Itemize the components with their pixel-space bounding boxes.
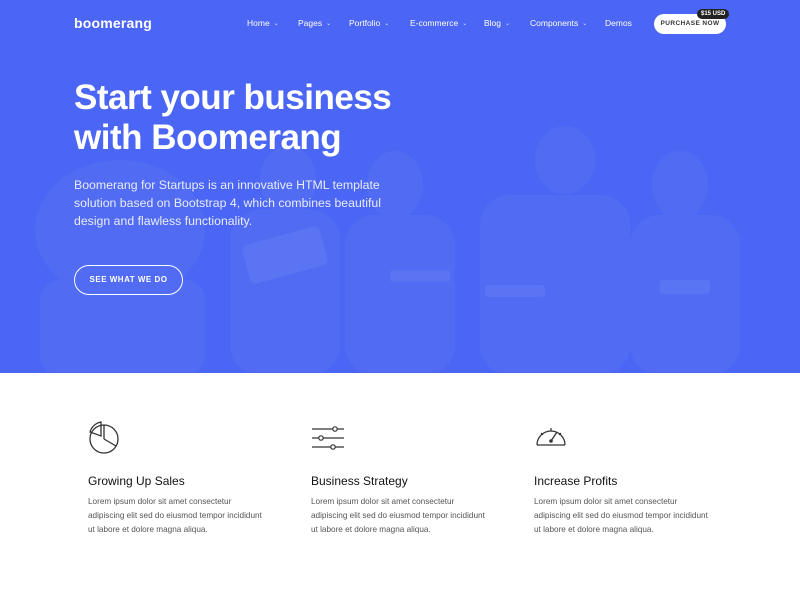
hero-title: Start your business with Boomerang bbox=[74, 78, 494, 158]
hero-description: Boomerang for Startups is an innovative … bbox=[74, 178, 381, 228]
brand-logo[interactable]: boomerang bbox=[74, 15, 152, 31]
speedometer-icon bbox=[536, 428, 566, 446]
feature-title: Increase Profits bbox=[534, 474, 618, 488]
feature-text: Lorem ipsum dolor sit amet consectetur a… bbox=[534, 497, 708, 534]
feature-title: Business Strategy bbox=[311, 474, 408, 488]
nav-item-pages[interactable]: Pages ⌄ bbox=[298, 18, 331, 28]
nav-item-blog[interactable]: Blog ⌄ bbox=[484, 18, 510, 28]
nav-item-label: Blog bbox=[484, 18, 502, 28]
hero-title-line-2: with Boomerang bbox=[74, 118, 342, 157]
chevron-down-icon: ⌄ bbox=[273, 21, 279, 27]
nav-item-ecommerce[interactable]: E-commerce ⌄ bbox=[410, 18, 467, 28]
nav-item-demos[interactable]: Demos bbox=[605, 18, 632, 28]
feature-title: Growing Up Sales bbox=[88, 474, 185, 488]
chevron-down-icon: ⌄ bbox=[505, 21, 511, 27]
nav-item-label: Components bbox=[530, 18, 579, 28]
chevron-down-icon: ⌄ bbox=[462, 21, 468, 27]
hero-section: boomerang Home ⌄ Pages ⌄ Portfolio ⌄ E-comm… bbox=[0, 0, 800, 373]
nav-item-portfolio[interactable]: Portfolio ⌄ bbox=[349, 18, 389, 28]
chevron-down-icon: ⌄ bbox=[384, 21, 390, 27]
nav-item-label: Portfolio bbox=[349, 18, 381, 28]
feature-text: Lorem ipsum dolor sit amet consectetur a… bbox=[88, 497, 262, 534]
hero-title-line-1: Start your business bbox=[74, 78, 392, 117]
pie-chart-icon bbox=[89, 421, 119, 454]
features-section: Growing Up Sales Lorem ipsum dolor sit a… bbox=[0, 373, 800, 600]
feature-text: Lorem ipsum dolor sit amet consectetur a… bbox=[311, 497, 485, 534]
top-navbar: boomerang Home ⌄ Pages ⌄ Portfolio ⌄ E-comm… bbox=[0, 0, 800, 48]
nav-item-home[interactable]: Home ⌄ bbox=[247, 18, 279, 28]
sliders-icon bbox=[312, 426, 344, 450]
chevron-down-icon: ⌄ bbox=[326, 21, 332, 27]
chevron-down-icon: ⌄ bbox=[582, 21, 588, 27]
nav-item-label: Demos bbox=[605, 18, 632, 28]
nav-item-components[interactable]: Components ⌄ bbox=[530, 18, 587, 28]
nav-item-label: Pages bbox=[298, 18, 323, 28]
nav-item-label: E-commerce bbox=[410, 18, 459, 28]
nav-item-label: Home bbox=[247, 18, 270, 28]
price-badge: $15 USD bbox=[697, 9, 730, 19]
see-what-we-do-button[interactable]: SEE WHAT WE DO bbox=[74, 265, 183, 295]
